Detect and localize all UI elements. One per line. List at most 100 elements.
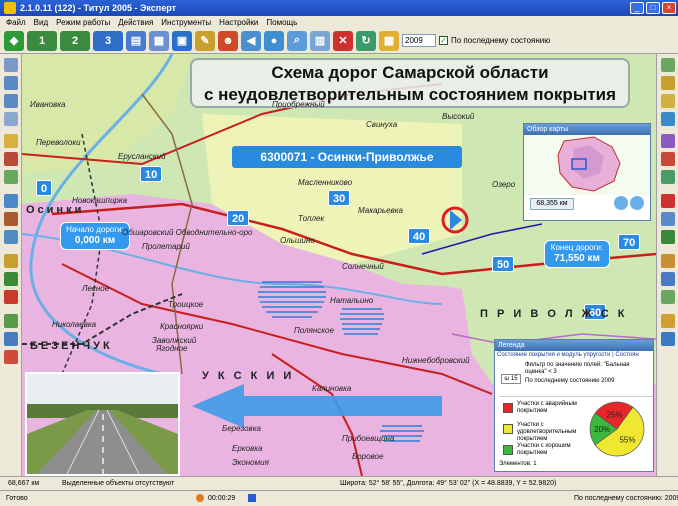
layers-icon[interactable]: ◆ <box>4 30 24 51</box>
timer-icon <box>196 494 204 502</box>
route-label: 6300071 - Осинки-Приволжье <box>232 146 462 168</box>
stop-icon[interactable] <box>4 350 18 364</box>
km-marker: 70 <box>618 234 641 250</box>
right-toolbar <box>656 54 678 476</box>
zoom-out-icon[interactable] <box>4 94 18 108</box>
graph-icon[interactable] <box>4 272 18 286</box>
menu-view[interactable]: Вид <box>34 18 48 27</box>
chart-icon[interactable] <box>661 230 675 244</box>
status-ready: Готово <box>6 495 28 502</box>
navigate-icon[interactable]: ◀ <box>241 30 261 51</box>
place-label: Нижнебобровский <box>402 356 470 365</box>
pan-icon[interactable] <box>4 134 18 148</box>
pie-label: 20% <box>594 425 610 434</box>
pie-label: 25% <box>607 410 623 419</box>
globe-icon[interactable]: ● <box>264 30 284 51</box>
map-view[interactable]: Схема дорог Самарской области с неудовле… <box>22 54 656 476</box>
app-icon <box>4 2 16 14</box>
remove-icon[interactable] <box>661 194 675 208</box>
overview-panel[interactable]: Обзор карты 68,355 км <box>523 123 651 221</box>
main-toolbar: ◆ 1 2 3 ▤ ▦ ▣ ✎ ☻ ◀ ● ⌕ ▥ ✕ ↻ ▦ 2009 ✓ П… <box>0 28 678 54</box>
folder-icon[interactable] <box>661 76 675 90</box>
window-title: 2.1.0.11 (122) - Титул 2005 - Эксперт <box>20 3 177 13</box>
route-icon[interactable] <box>4 212 18 226</box>
window-icon[interactable] <box>661 272 675 286</box>
legend-panel[interactable]: Легенда Состояние покрытия и модуль упру… <box>494 339 654 472</box>
overview-map <box>524 135 650 195</box>
km-marker: 10 <box>140 166 163 182</box>
legend-subtitle[interactable]: Состояние покрытия и модуль упругости | … <box>495 351 653 359</box>
link-icon[interactable] <box>661 332 675 346</box>
last-state-checkbox[interactable]: ✓ <box>439 36 448 45</box>
end-value: 71,550 км <box>554 253 600 264</box>
menu-actions[interactable]: Действия <box>118 18 153 27</box>
place-label: Ольшино <box>280 236 315 245</box>
tree-icon[interactable] <box>661 290 675 304</box>
user-icon[interactable]: ☻ <box>218 30 238 51</box>
sign-icon[interactable] <box>661 170 675 184</box>
menu-mode[interactable]: Режим работы <box>56 18 110 27</box>
flag-icon[interactable] <box>4 290 18 304</box>
find-icon[interactable]: ⌕ <box>287 30 307 51</box>
photo-icon[interactable] <box>661 254 675 268</box>
place-label: Макарьевка <box>358 206 403 215</box>
zoom-in-icon[interactable] <box>4 76 18 90</box>
condition-pie-chart: 25% 55% 20% <box>589 401 645 457</box>
overview-title: Обзор карты <box>524 124 650 135</box>
map-title: Схема дорог Самарской области с неудовле… <box>190 58 630 108</box>
place-label: Озеро <box>492 180 516 189</box>
menu-tools[interactable]: Инструменты <box>161 18 211 27</box>
maximize-button[interactable]: □ <box>646 2 660 14</box>
select-icon[interactable] <box>4 170 18 184</box>
pointer-icon[interactable] <box>4 58 18 72</box>
place-label: Лесное <box>82 284 110 293</box>
edit-icon[interactable] <box>4 314 18 328</box>
status-coords: Широта: 52° 58' 55", Долгота: 49° 53' 02… <box>340 480 557 487</box>
place-label: Заволжский <box>152 336 197 345</box>
overview-zoom-in-icon[interactable] <box>614 196 628 210</box>
place-label: Березовка <box>222 424 261 433</box>
note-icon[interactable] <box>4 254 18 268</box>
save-icon[interactable]: ▣ <box>172 30 192 51</box>
menu-settings[interactable]: Настройки <box>219 18 258 27</box>
legend-swatch <box>503 445 513 455</box>
export-map-icon[interactable] <box>661 314 675 328</box>
table-icon[interactable]: ▥ <box>310 30 330 51</box>
delete-icon[interactable]: ✕ <box>333 30 353 51</box>
legend-item-label: Участки с аварийным покрытием <box>517 401 577 414</box>
year-select[interactable]: 2009 <box>402 34 436 47</box>
menu-file[interactable]: Файл <box>6 18 26 27</box>
minimize-button[interactable]: _ <box>630 2 644 14</box>
refresh-icon[interactable]: ↻ <box>356 30 376 51</box>
start-label: Начало дороги: <box>66 225 124 234</box>
grid-icon[interactable] <box>4 332 18 346</box>
close-button[interactable]: × <box>662 2 676 14</box>
pie-label: 55% <box>619 436 635 445</box>
km-marker: 40 <box>408 228 431 244</box>
bridge-icon[interactable] <box>661 134 675 148</box>
print-icon[interactable]: ▦ <box>149 30 169 51</box>
alert-icon[interactable] <box>661 152 675 166</box>
info-icon <box>248 494 256 502</box>
legend-swatch <box>503 403 513 413</box>
report-icon[interactable] <box>661 212 675 226</box>
road-icon[interactable] <box>661 112 675 126</box>
region-label: Осинки <box>26 204 85 216</box>
start-callout: Начало дороги: 0,000 км <box>60 222 130 250</box>
open-icon[interactable]: ▤ <box>126 30 146 51</box>
mode-1-button[interactable]: 1 <box>27 30 57 51</box>
menu-help[interactable]: Помощь <box>266 18 297 27</box>
export-icon[interactable]: ✎ <box>195 30 215 51</box>
place-label: Свинуха <box>366 120 398 129</box>
overview-zoom-out-icon[interactable] <box>630 196 644 210</box>
measure-icon[interactable] <box>4 152 18 166</box>
calendar-icon[interactable]: ▦ <box>379 30 399 51</box>
info-icon[interactable] <box>4 194 18 208</box>
layer-icon[interactable] <box>4 230 18 244</box>
map-layer-icon[interactable] <box>661 58 675 72</box>
mode-2-button[interactable]: 2 <box>60 30 90 51</box>
mode-3-button[interactable]: 3 <box>93 30 123 51</box>
road-photo[interactable] <box>25 372 180 476</box>
star-icon[interactable] <box>661 94 675 108</box>
zoom-area-icon[interactable] <box>4 112 18 126</box>
